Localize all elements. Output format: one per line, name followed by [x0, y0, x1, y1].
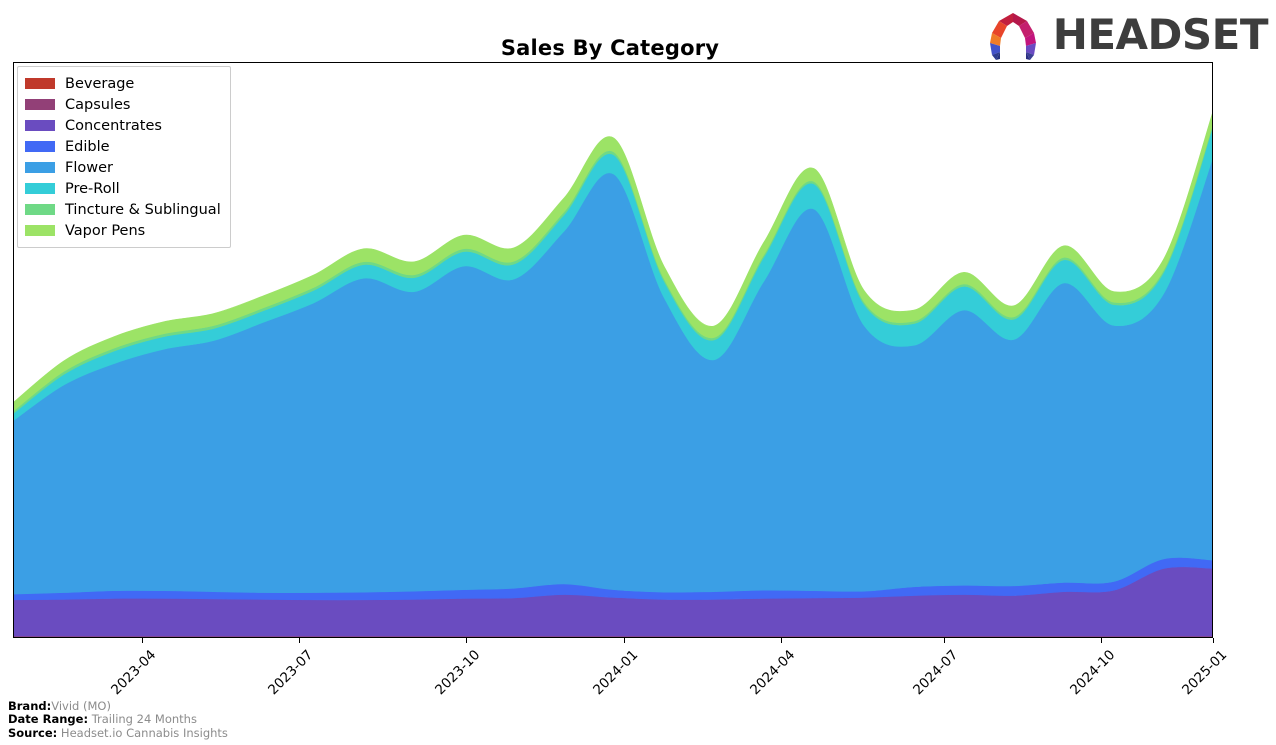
x-axis-tick-label: 2024-04 — [747, 647, 799, 699]
chart-page: Sales By Category HEADSET Beverage Capsul… — [0, 0, 1276, 745]
legend-item[interactable]: Edible — [25, 136, 221, 157]
legend-color-swatch — [25, 183, 55, 194]
x-axis-tick-mark — [943, 638, 945, 643]
legend-color-swatch — [25, 225, 55, 236]
x-axis-tick-label: 2023-04 — [107, 647, 159, 699]
legend-item-label: Flower — [65, 159, 113, 176]
legend-item-label: Concentrates — [65, 117, 162, 134]
x-axis-tick-mark — [141, 638, 143, 643]
footer-label: Source: — [8, 725, 58, 740]
legend-item-label: Beverage — [65, 75, 135, 92]
legend-color-swatch — [25, 99, 55, 110]
legend-item[interactable]: Tincture & Sublingual — [25, 199, 221, 220]
legend-color-swatch — [25, 78, 55, 89]
legend-item[interactable]: Concentrates — [25, 115, 221, 136]
x-axis-tick-label: 2024-01 — [589, 647, 641, 699]
x-axis-tick-mark — [1101, 638, 1103, 643]
headset-arch-logo-icon — [989, 13, 1036, 60]
footer-value: Headset.io Cannabis Insights — [57, 725, 228, 740]
legend-item[interactable]: Flower — [25, 157, 221, 178]
legend-item-label: Pre-Roll — [65, 180, 120, 197]
headset-logo: HEADSET — [981, 9, 1269, 62]
footer-value: Vivid (MO) — [51, 698, 111, 713]
legend-color-swatch — [25, 120, 55, 131]
x-axis-tick-mark — [466, 638, 468, 643]
x-axis-tick-label: 2023-10 — [432, 647, 484, 699]
x-axis-tick-mark — [781, 638, 782, 643]
footer-label: Brand: — [8, 698, 52, 713]
footer-label: Date Range: — [8, 712, 89, 726]
footer-row: Date Range: Trailing 24 Months — [8, 712, 228, 727]
x-axis-tick-label: 2024-07 — [909, 647, 962, 699]
legend-color-swatch — [25, 162, 55, 173]
legend-color-swatch — [25, 141, 55, 152]
footer-value: Trailing 24 Months — [88, 712, 197, 726]
legend-item[interactable]: Beverage — [25, 73, 221, 94]
x-axis-tick-label: 2025-01 — [1179, 647, 1231, 699]
chart-footer: Brand:Vivid (MO) Date Range: Trailing 24 … — [8, 698, 228, 741]
legend-item[interactable]: Pre-Roll — [25, 178, 221, 199]
headset-wordmark: HEADSET — [1052, 9, 1269, 59]
legend-item-label: Tincture & Sublingual — [65, 201, 221, 218]
legend-item[interactable]: Vapor Pens — [25, 220, 221, 241]
x-axis-tick-mark — [1213, 638, 1214, 643]
x-axis-tick-label: 2024-10 — [1067, 647, 1119, 699]
legend-color-swatch — [25, 204, 55, 215]
x-axis-tick-mark — [623, 638, 625, 643]
legend-item-label: Vapor Pens — [65, 222, 146, 239]
x-axis-tick-mark — [298, 638, 300, 643]
legend-item-label: Capsules — [65, 96, 131, 113]
footer-row: Brand:Vivid (MO) — [8, 698, 228, 714]
legend-item[interactable]: Capsules — [25, 94, 221, 115]
x-axis-tick-label: 2023-07 — [265, 647, 317, 699]
chart-legend: Beverage Capsules Concentrates Edible Flower… — [17, 66, 231, 248]
footer-row: Source: Headset.io Cannabis Insights — [8, 725, 228, 741]
legend-item-label: Edible — [65, 138, 110, 155]
x-axis: 2023-04 2023-07 2023-10 2024-01 2024-04 2024-… — [13, 638, 1230, 698]
